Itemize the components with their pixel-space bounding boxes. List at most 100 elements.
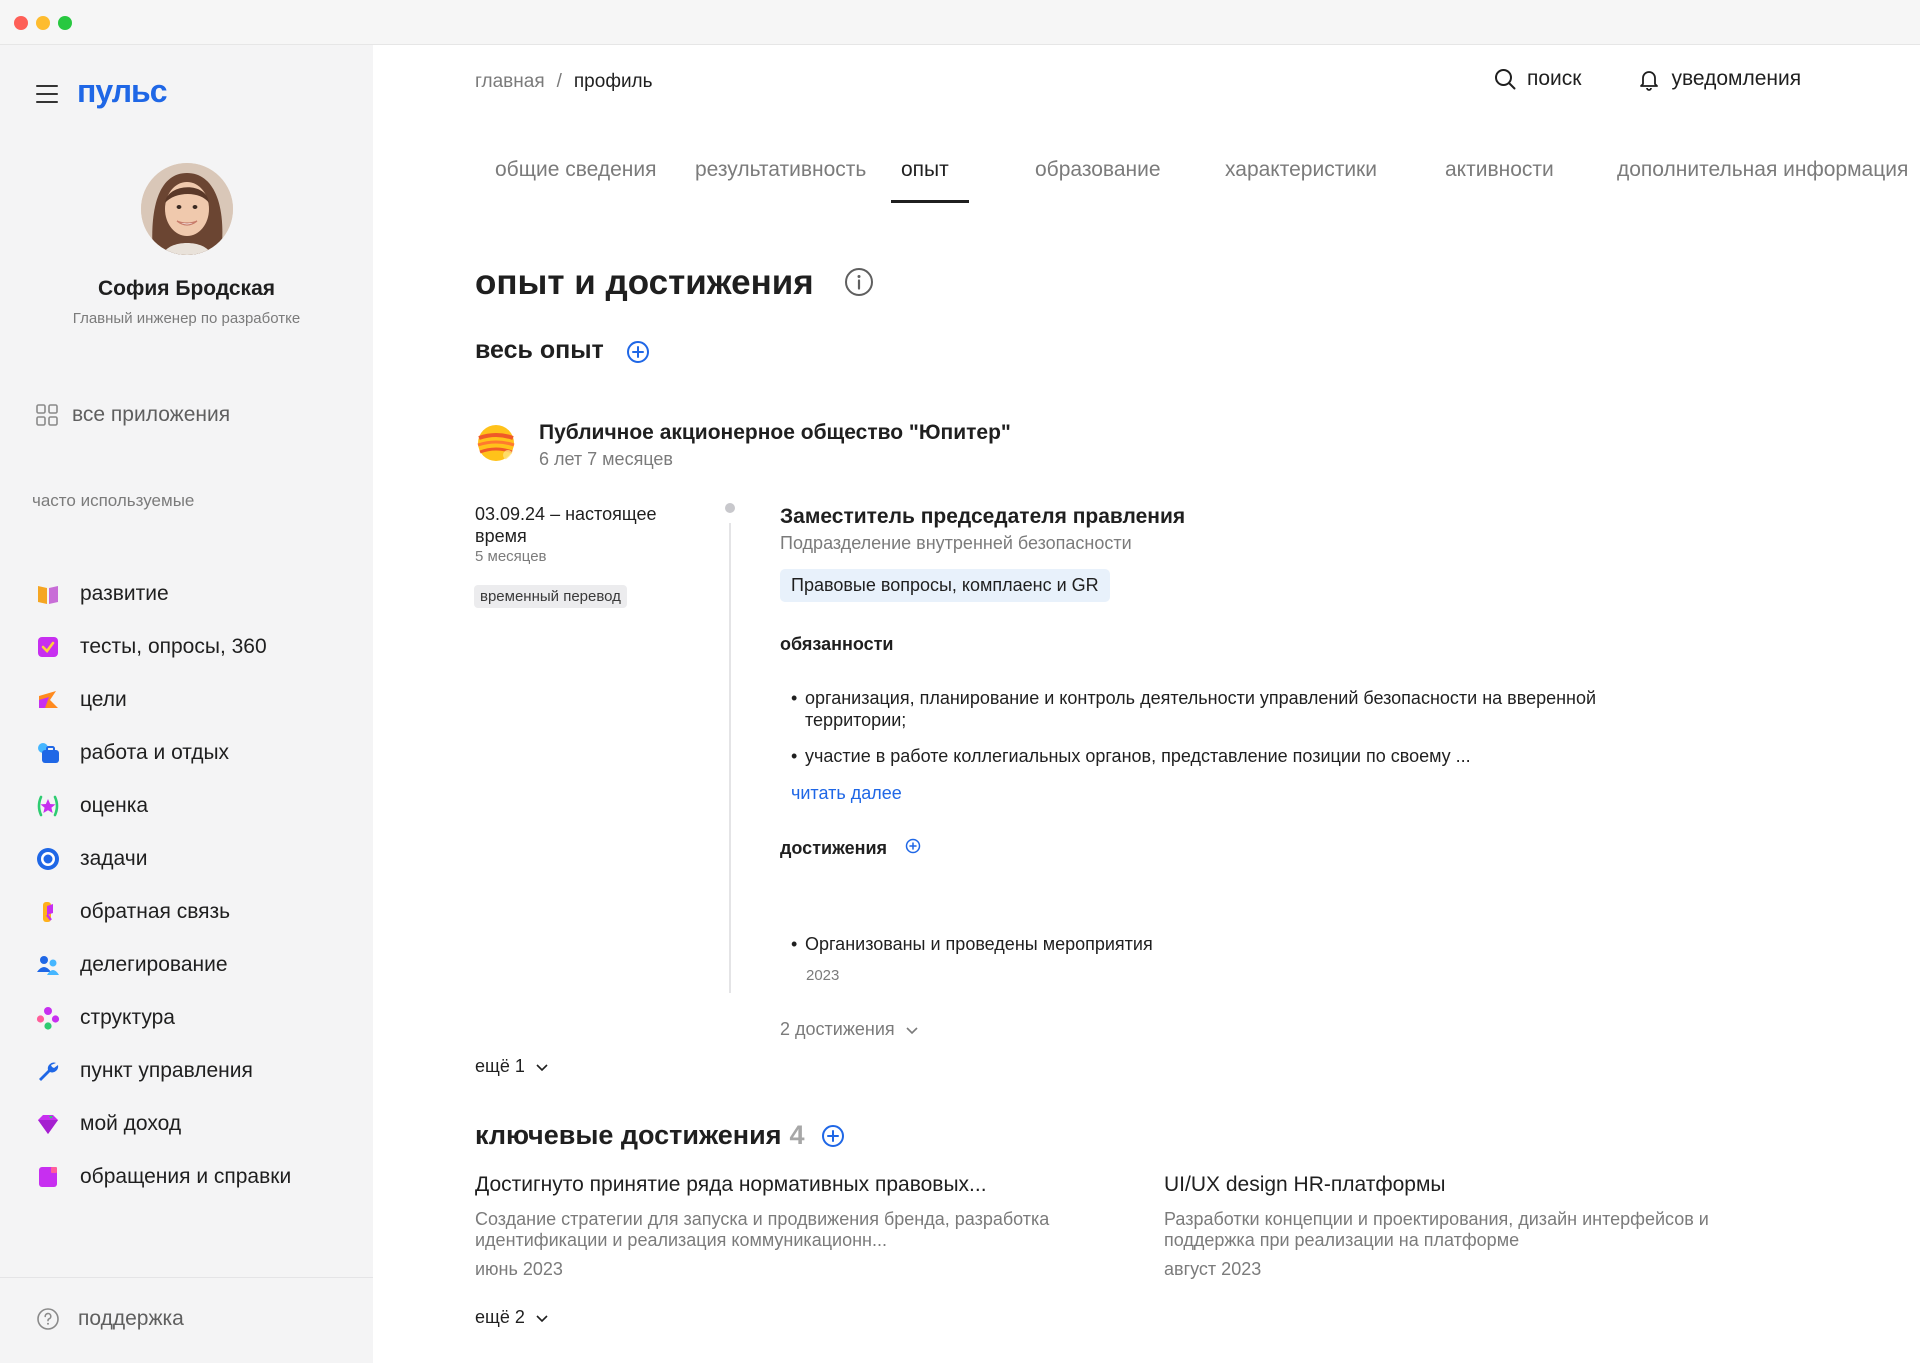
all-apps-link[interactable]: все приложения: [36, 400, 230, 430]
period-length: 5 месяцев: [475, 548, 547, 565]
main-content: главная / профиль поиск уведомления общи…: [373, 45, 1920, 1363]
page-title: опыт и достижения: [475, 263, 814, 302]
key-achievement-card[interactable]: UI/UX design HR-платформы Разработки кон…: [1164, 1173, 1764, 1280]
avatar[interactable]: [141, 163, 233, 255]
company-duration: 6 лет 7 месяцев: [539, 449, 673, 469]
support-link[interactable]: поддержка: [36, 1303, 184, 1335]
minimize-window-button[interactable]: [36, 16, 50, 30]
show-more-label: ещё 1: [475, 1056, 525, 1076]
tab-activities[interactable]: активности: [1445, 150, 1554, 204]
chevron-down-icon: [536, 1314, 548, 1322]
achievement-year: 2023: [806, 967, 840, 984]
star-badge-icon: [36, 794, 60, 818]
key-achievement-title: UI/UX design HR-платформы: [1164, 1173, 1446, 1196]
search-label: поиск: [1527, 67, 1582, 90]
sidebar-item-label: тесты, опросы, 360: [80, 635, 267, 658]
app-logo[interactable]: пульс: [77, 73, 167, 110]
user-role: Главный инженер по разработке: [72, 310, 301, 327]
maximize-window-button[interactable]: [58, 16, 72, 30]
structure-icon: [36, 1006, 60, 1030]
info-icon[interactable]: [844, 267, 874, 297]
wrench-icon: [36, 1059, 60, 1083]
target-icon: [36, 847, 60, 871]
sidebar-item-label: структура: [80, 1006, 175, 1029]
read-more-link[interactable]: читать далее: [791, 783, 902, 804]
add-experience-button[interactable]: [626, 340, 650, 364]
tab-experience[interactable]: опыт: [891, 150, 969, 204]
list-item: • организация, планирование и контроль де…: [791, 687, 1691, 731]
header-actions: поиск уведомления: [1493, 67, 1857, 91]
user-name: София Бродская: [97, 277, 275, 300]
sidebar: пульс София Бродская Главный инженер по …: [0, 45, 373, 1363]
position-title: Заместитель председателя правления: [780, 505, 1186, 528]
chevron-down-icon: [536, 1063, 548, 1071]
book-icon: [36, 582, 60, 606]
feedback-icon: [36, 900, 60, 924]
notifications-button[interactable]: уведомления: [1637, 67, 1801, 91]
achievements-count-toggle[interactable]: 2 достижения: [780, 1019, 921, 1040]
flag-icon: [36, 688, 60, 712]
gem-icon: [36, 1112, 60, 1136]
achievement-text: Организованы и проведены мероприятия: [805, 934, 1153, 954]
show-more-experience[interactable]: ещё 1: [475, 1056, 551, 1077]
window-titlebar: [0, 0, 1920, 45]
achievements-title: достижения: [780, 838, 888, 858]
sidebar-item-control-point[interactable]: пункт управления: [36, 1054, 356, 1088]
duties-title: обязанности: [780, 634, 894, 654]
sidebar-item-work-rest[interactable]: работа и отдых: [36, 736, 356, 770]
help-icon: [37, 1308, 59, 1330]
timeline-line: [729, 523, 731, 993]
sidebar-item-goals[interactable]: цели: [36, 683, 356, 717]
company-name[interactable]: Публичное акционерное общество "Юпитер": [539, 421, 1011, 445]
document-icon: [36, 1165, 60, 1189]
sidebar-item-requests[interactable]: обращения и справки: [36, 1160, 356, 1194]
sidebar-item-label: делегирование: [80, 953, 228, 976]
sidebar-item-tasks[interactable]: задачи: [36, 842, 356, 876]
key-achievement-description: Разработки концепции и проектирования, д…: [1164, 1209, 1709, 1250]
tab-characteristics[interactable]: характеристики: [1225, 150, 1377, 204]
all-experience-title: весь опыт: [475, 336, 604, 364]
close-window-button[interactable]: [14, 16, 28, 30]
sidebar-item-label: обратная связь: [80, 900, 231, 923]
search-icon: [1495, 69, 1516, 90]
tab-additional-info[interactable]: дополнительная информация: [1617, 150, 1908, 204]
key-achievements-title: ключевые достижения 4: [475, 1120, 845, 1151]
tab-performance[interactable]: результативность: [695, 150, 866, 204]
sidebar-item-structure[interactable]: структура: [36, 1001, 356, 1035]
add-key-achievement-button[interactable]: [821, 1124, 845, 1148]
sidebar-item-tests[interactable]: тесты, опросы, 360: [36, 630, 356, 664]
duty-text: организация, планирование и контроль дея…: [805, 688, 1597, 730]
position-department: Подразделение внутренней безопасности: [780, 533, 1132, 553]
tab-general[interactable]: общие сведения: [495, 150, 657, 204]
breadcrumb-home[interactable]: главная: [475, 71, 545, 93]
grid-icon: [36, 404, 58, 426]
timeline-dot: [725, 503, 735, 513]
key-achievement-description: Создание стратегии для запуска и продвиж…: [475, 1209, 1050, 1250]
sidebar-item-income[interactable]: мой доход: [36, 1107, 356, 1141]
sidebar-item-development[interactable]: развитие: [36, 577, 356, 611]
sidebar-item-label: работа и отдых: [80, 741, 230, 764]
competence-tag: Правовые вопросы, комплаенс и GR: [780, 569, 1110, 602]
add-achievement-button[interactable]: [905, 838, 921, 854]
bell-icon: [1640, 71, 1659, 91]
show-more-key-achievements[interactable]: ещё 2: [475, 1307, 551, 1328]
support-label: поддержка: [78, 1307, 184, 1330]
tab-education[interactable]: образование: [1035, 150, 1161, 204]
key-achievement-card[interactable]: Достигнуто принятие ряда нормативных пра…: [475, 1173, 1075, 1280]
menu-icon[interactable]: [36, 85, 58, 103]
key-achievements-count: 4: [789, 1120, 805, 1150]
chevron-down-icon: [906, 1026, 918, 1034]
key-achievement-title: Достигнуто принятие ряда нормативных пра…: [475, 1173, 987, 1196]
search-button[interactable]: поиск: [1493, 67, 1581, 91]
app-window: пульс София Бродская Главный инженер по …: [0, 0, 1920, 1363]
achievements-count: 2 достижения: [780, 1019, 895, 1039]
sidebar-item-label: цели: [80, 688, 127, 711]
sidebar-item-label: оценка: [80, 794, 149, 817]
sidebar-item-delegation[interactable]: делегирование: [36, 948, 356, 982]
company-logo: [477, 424, 515, 462]
sidebar-item-evaluation[interactable]: оценка: [36, 789, 356, 823]
checkbox-icon: [36, 635, 60, 659]
key-achievements-label: ключевые достижения: [475, 1120, 782, 1150]
sidebar-item-label: пункт управления: [80, 1059, 253, 1082]
sidebar-item-feedback[interactable]: обратная связь: [36, 895, 356, 929]
